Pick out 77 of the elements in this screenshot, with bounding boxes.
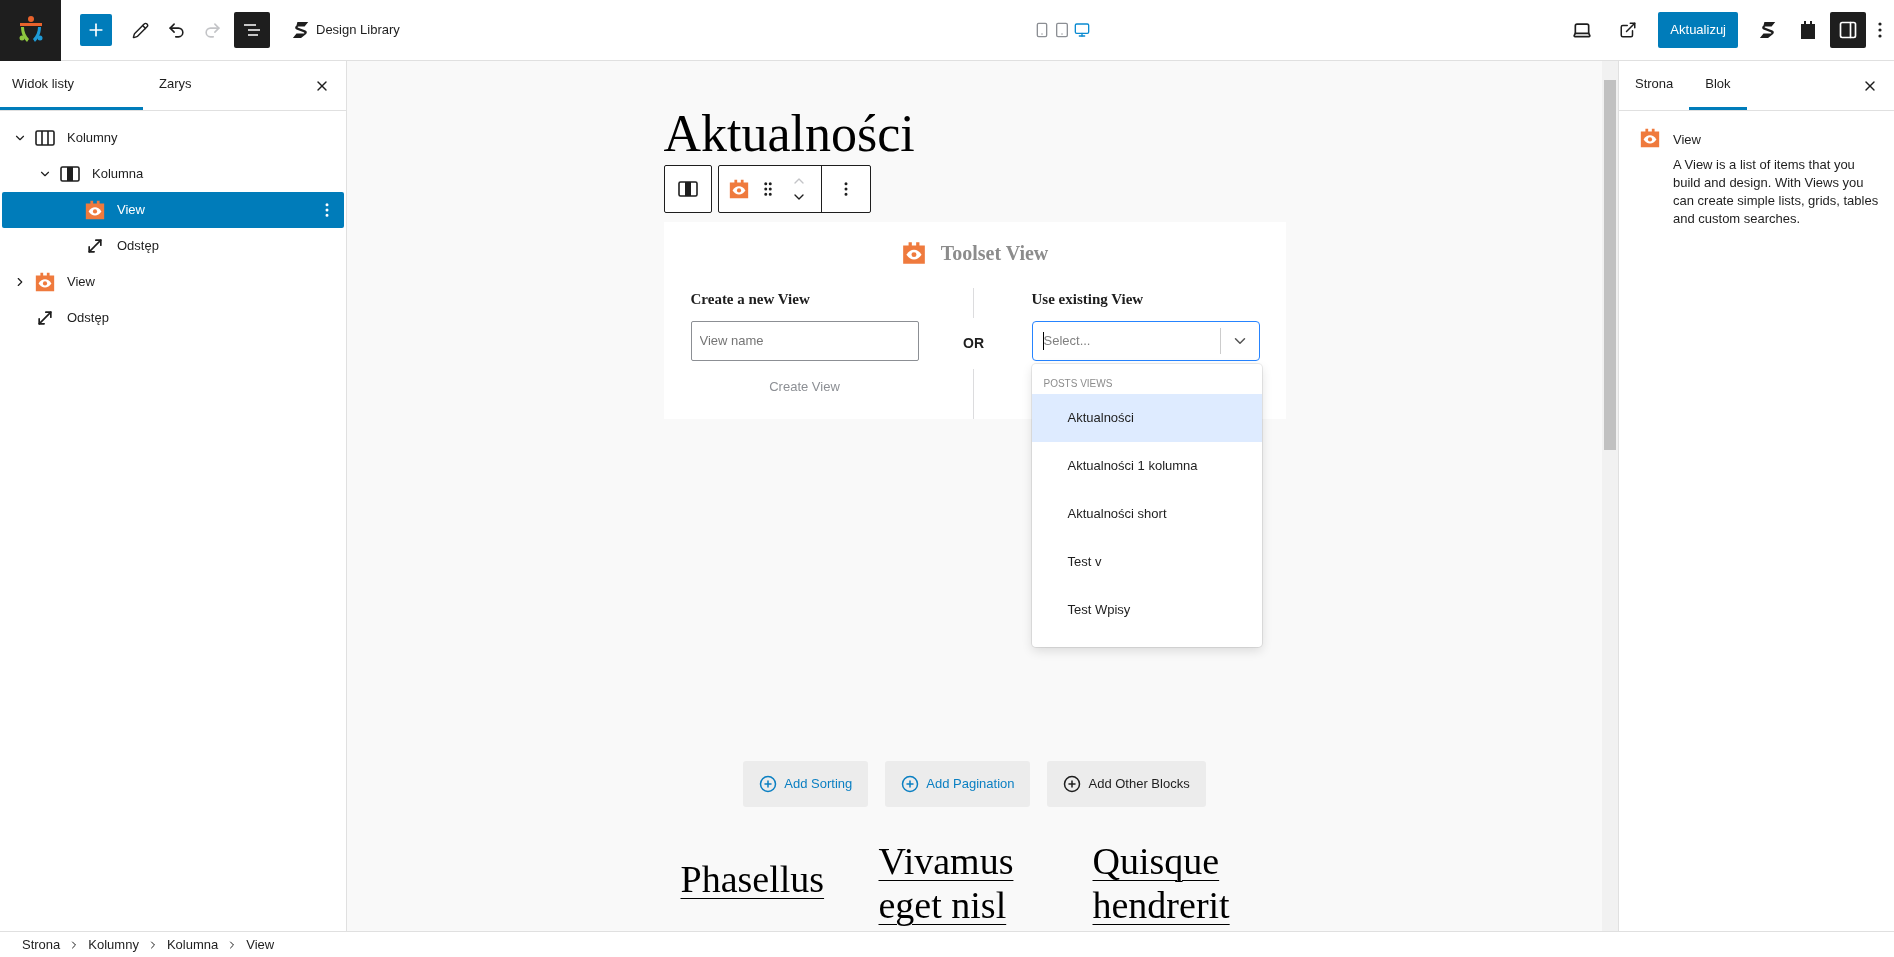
or-label: OR (963, 334, 984, 353)
card-heading: Toolset View (940, 241, 1049, 266)
list-view-icon (242, 22, 262, 38)
view-icon (727, 178, 750, 200)
list-view-item[interactable]: Kolumny (2, 120, 344, 156)
settings-button[interactable] (1830, 12, 1866, 48)
dropdown-option[interactable]: Aktualności (1031, 394, 1262, 442)
list-view-item[interactable]: View (2, 264, 344, 300)
site-logo[interactable] (0, 0, 61, 61)
more-icon (1878, 22, 1882, 38)
view-icon (84, 199, 106, 221)
item-label: Odstęp (117, 237, 160, 256)
panel-tab[interactable]: Widok listy (0, 61, 143, 110)
block-name: View (1673, 131, 1702, 149)
view-icon (900, 240, 927, 266)
column-icon (677, 181, 698, 197)
panel-tab[interactable]: Zarys (143, 61, 286, 110)
add-block-button[interactable]: Add Other Blocks (1047, 761, 1206, 807)
plus-circle-icon (1063, 775, 1082, 793)
resize-arrow-icon (85, 236, 105, 256)
s-logo-icon (1759, 21, 1777, 39)
s-logo-icon (292, 21, 310, 39)
list-view-item[interactable]: Odstęp (2, 228, 344, 264)
item-label: Odstęp (67, 309, 110, 328)
tablet-preview-icon[interactable] (1054, 22, 1071, 38)
plus-circle-icon (759, 775, 778, 793)
columns-icon (35, 130, 55, 146)
panel-tab[interactable]: Blok (1689, 61, 1747, 110)
column-icon (60, 166, 80, 182)
desktop-preview-icon[interactable] (1074, 22, 1091, 38)
post-title-link[interactable]: Quisque hendrerit (1092, 839, 1269, 927)
scrollbar-thumb[interactable] (1604, 80, 1616, 450)
view-icon (1639, 127, 1661, 149)
design-library-button[interactable]: Design Library (292, 20, 400, 40)
breadcrumb[interactable]: Kolumna (166, 934, 219, 955)
dropdown-option[interactable]: Aktualności short (1031, 490, 1262, 538)
breadcrumb[interactable]: View (246, 934, 275, 955)
item-label: View (117, 201, 146, 220)
breadcrumb[interactable]: Strona (22, 934, 61, 955)
update-button[interactable]: Aktualizuj (1658, 12, 1738, 48)
dropdown-option[interactable]: Aktualności 1 kolumna (1031, 442, 1262, 490)
plus-circle-icon (901, 775, 920, 793)
select-placeholder: Select... (1043, 331, 1092, 350)
item-label: Kolumna (92, 165, 145, 184)
view-name-field[interactable]: View name (690, 320, 919, 361)
list-view-item[interactable]: Odstęp (2, 300, 344, 336)
view-icon (34, 271, 56, 293)
existing-heading: Use existing View (1031, 290, 1145, 309)
laptop-icon (1572, 20, 1593, 40)
item-label: Kolumny (67, 129, 119, 148)
list-view-button[interactable] (234, 12, 270, 48)
view-select[interactable]: Select... (1031, 320, 1260, 361)
breadcrumb[interactable]: Kolumny (88, 934, 139, 955)
add-block-button[interactable] (80, 14, 112, 46)
page-title[interactable]: Aktualności (663, 105, 915, 163)
post-title-link[interactable]: Phasellus (680, 857, 857, 901)
list-view-item[interactable]: Kolumna (2, 156, 344, 192)
panel-tab[interactable]: Strona (1619, 61, 1690, 110)
plugin-icon (1800, 20, 1816, 40)
redo-icon (202, 20, 222, 40)
scrollbar[interactable] (1602, 61, 1618, 931)
item-label: View (67, 273, 96, 292)
dropdown-option[interactable]: Test Wpisy (1031, 586, 1262, 634)
select-parent-button[interactable] (663, 165, 712, 213)
list-view-item[interactable]: View (2, 192, 344, 228)
external-link-icon (1619, 21, 1638, 39)
add-block-button[interactable]: Add Pagination (885, 761, 1031, 807)
block-description: A View is a list of items that you build and design. With Views you can create simple lists, grids, tables and custom searches. (1673, 155, 1880, 228)
dropdown-option[interactable]: Test v (1031, 538, 1262, 586)
create-heading: Create a new View (690, 290, 811, 309)
add-block-button[interactable]: Add Sorting (743, 761, 869, 807)
sidebar-icon (1838, 20, 1858, 40)
post-title-link[interactable]: Vivamus eget nisl (878, 839, 1055, 927)
pencil-icon (131, 21, 149, 39)
undo-icon (166, 20, 186, 40)
resize-arrow-icon (35, 308, 55, 328)
group-label: POSTS VIEWS (1042, 377, 1114, 391)
